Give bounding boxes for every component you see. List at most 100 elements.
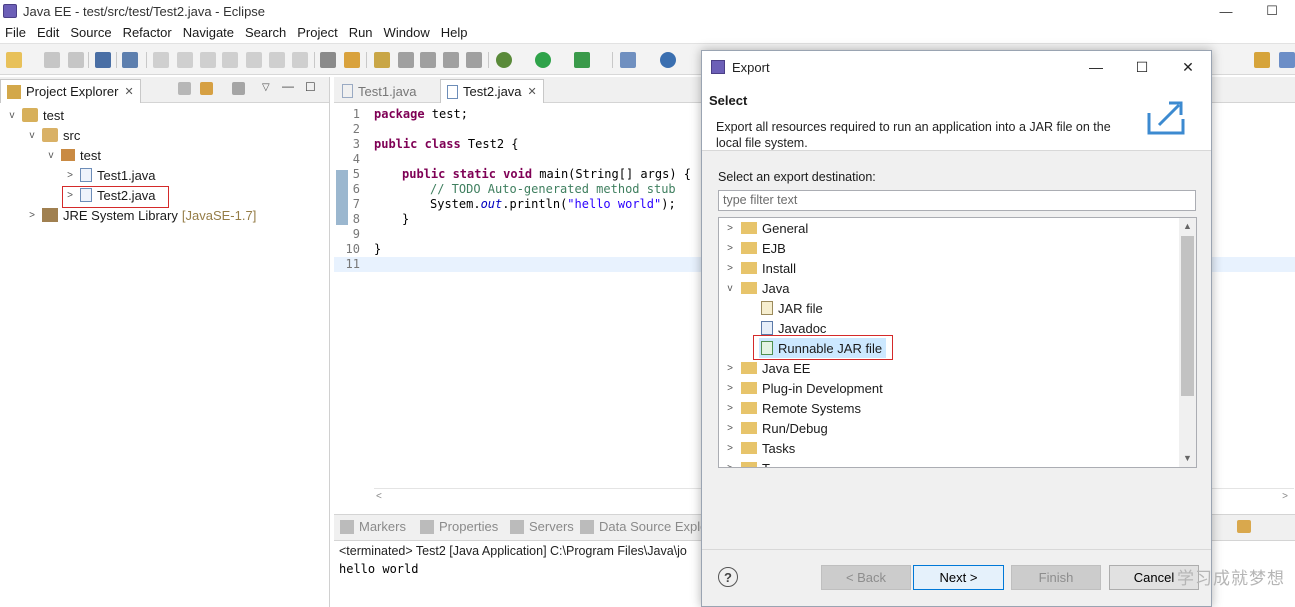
save-all-icon[interactable] [68, 52, 84, 68]
print-icon[interactable] [95, 52, 111, 68]
export-wizard-tree[interactable]: > General > EJB > Install v Java JAR file Ja… [718, 217, 1197, 468]
toggle-comment-icon[interactable] [320, 52, 336, 68]
close-icon[interactable]: ✕ [528, 85, 537, 98]
open-perspective-icon[interactable] [1254, 52, 1270, 68]
view-menu-filter-icon[interactable] [232, 82, 245, 95]
disconnect-icon[interactable] [222, 52, 238, 68]
annotation-icon[interactable] [374, 52, 390, 68]
menu-window[interactable]: Window [379, 25, 436, 40]
code-line-9[interactable]: 9 [334, 227, 364, 242]
code-line-1[interactable]: 1 package test; [334, 107, 468, 122]
scroll-right-icon[interactable]: > [1282, 491, 1288, 502]
prev-annotation-icon[interactable] [420, 52, 436, 68]
code-line-8[interactable]: 8} [334, 212, 409, 227]
menu-project[interactable]: Project [292, 25, 343, 40]
menu-navigate[interactable]: Navigate [178, 25, 240, 40]
tab-test1-java[interactable]: Test1.java [336, 79, 423, 103]
scroll-up-icon[interactable]: ▲ [1179, 218, 1196, 235]
next-annotation-icon[interactable] [398, 52, 414, 68]
suspend-icon[interactable] [177, 52, 193, 68]
dialog-minimize-button[interactable]: — [1073, 51, 1119, 83]
link-with-editor-icon[interactable] [200, 82, 213, 95]
step-into-icon[interactable] [246, 52, 262, 68]
tree-item-java[interactable]: v Java [723, 278, 790, 298]
step-return-icon[interactable] [292, 52, 308, 68]
collapsed-chevron-icon[interactable]: > [723, 443, 737, 454]
tab-project-explorer[interactable]: Project Explorer ✕ [0, 79, 141, 103]
new-server-icon[interactable] [620, 52, 636, 68]
tab-data-source-explorer[interactable]: Data Source Explo [580, 519, 707, 534]
next-button[interactable]: Next > [913, 565, 1004, 590]
collapsed-chevron-icon[interactable]: > [723, 423, 737, 434]
menu-run[interactable]: Run [344, 25, 379, 40]
tree-item-test1-java[interactable]: > Test1.java [64, 165, 155, 185]
tree-item-install[interactable]: > Install [723, 258, 796, 278]
finish-button[interactable]: Finish [1011, 565, 1101, 590]
code-line-10[interactable]: 10} [334, 242, 382, 257]
tree-item-jar-file[interactable]: JAR file [761, 298, 823, 318]
run-last-tool-icon[interactable] [574, 52, 590, 68]
tree-item-jre-library[interactable]: > JRE System Library [JavaSE-1.7] [26, 205, 256, 225]
code-line-6[interactable]: 6 // TODO Auto-generated method stub [334, 182, 676, 197]
tab-markers[interactable]: Markers [340, 519, 406, 534]
menu-search[interactable]: Search [240, 25, 292, 40]
view-menu-chevron-icon[interactable]: ▽ [262, 82, 270, 93]
code-line-2[interactable]: 2 [334, 122, 364, 137]
close-icon[interactable]: ✕ [124, 85, 133, 98]
tab-test2-java[interactable]: Test2.java ✕ [440, 79, 544, 103]
maximize-view-icon[interactable]: ☐ [305, 80, 316, 94]
collapsed-chevron-icon[interactable]: > [723, 223, 737, 234]
tree-item-src[interactable]: v src [26, 125, 81, 145]
save-icon[interactable] [44, 52, 60, 68]
dialog-close-button[interactable]: ✕ [1165, 51, 1211, 83]
collapsed-chevron-icon[interactable]: > [723, 263, 737, 274]
code-line-7[interactable]: 7 System.out.println("hello world"); [334, 197, 676, 212]
expanded-chevron-icon[interactable]: v [26, 130, 38, 141]
collapsed-chevron-icon[interactable]: > [64, 170, 76, 181]
tree-item-run-debug[interactable]: > Run/Debug [723, 418, 828, 438]
expanded-chevron-icon[interactable]: v [45, 150, 57, 161]
tree-vertical-scrollbar[interactable]: ▲ ▼ [1179, 218, 1196, 467]
code-line-3[interactable]: 3 public class Test2 { [334, 137, 519, 152]
new-java-class-icon[interactable] [660, 52, 676, 68]
collapsed-chevron-icon[interactable]: > [723, 363, 737, 374]
menu-help[interactable]: Help [436, 25, 474, 40]
tree-item-tasks[interactable]: > Tasks [723, 438, 795, 458]
skip-breakpoints-icon[interactable] [122, 52, 138, 68]
tree-item-remote-systems[interactable]: > Remote Systems [723, 398, 861, 418]
new-icon[interactable] [6, 52, 22, 68]
collapsed-chevron-icon[interactable]: > [723, 243, 737, 254]
resume-icon[interactable] [153, 52, 169, 68]
expanded-chevron-icon[interactable]: v [6, 110, 18, 121]
tree-item-ejb[interactable]: > EJB [723, 238, 786, 258]
tab-properties[interactable]: Properties [420, 519, 498, 534]
menu-edit[interactable]: Edit [32, 25, 65, 40]
expanded-chevron-icon[interactable]: v [723, 283, 737, 294]
menu-refactor[interactable]: Refactor [118, 25, 178, 40]
step-over-icon[interactable] [269, 52, 285, 68]
collapse-all-icon[interactable] [178, 82, 191, 95]
tree-item-general[interactable]: > General [723, 218, 808, 238]
collapsed-chevron-icon[interactable]: > [26, 210, 38, 221]
minimize-button[interactable]: — [1203, 0, 1249, 22]
tree-item-plugin-development[interactable]: > Plug-in Development [723, 378, 883, 398]
collapsed-chevron-icon[interactable]: > [723, 463, 737, 468]
scrollbar-thumb[interactable] [1181, 236, 1194, 396]
tree-item-java-ee[interactable]: > Java EE [723, 358, 810, 378]
back-button[interactable]: < Back [821, 565, 911, 590]
menu-source[interactable]: Source [65, 25, 117, 40]
run-icon[interactable] [535, 52, 551, 68]
java-ee-perspective-icon[interactable] [1279, 52, 1295, 68]
open-console-icon[interactable] [1237, 520, 1251, 533]
filter-input[interactable]: type filter text [718, 190, 1196, 211]
code-line-5[interactable]: 5 public static void main(String[] args) … [334, 167, 691, 182]
tree-item-project-test[interactable]: v test [6, 105, 64, 125]
open-type-icon[interactable] [344, 52, 360, 68]
block-selection-icon[interactable] [443, 52, 459, 68]
tree-item-package-test[interactable]: v test [45, 145, 101, 165]
debug-icon[interactable] [496, 52, 512, 68]
code-line-11[interactable]: 11 [334, 257, 364, 272]
collapsed-chevron-icon[interactable]: > [723, 403, 737, 414]
tree-item-partial[interactable]: > T [723, 458, 770, 468]
help-icon[interactable]: ? [718, 567, 738, 587]
